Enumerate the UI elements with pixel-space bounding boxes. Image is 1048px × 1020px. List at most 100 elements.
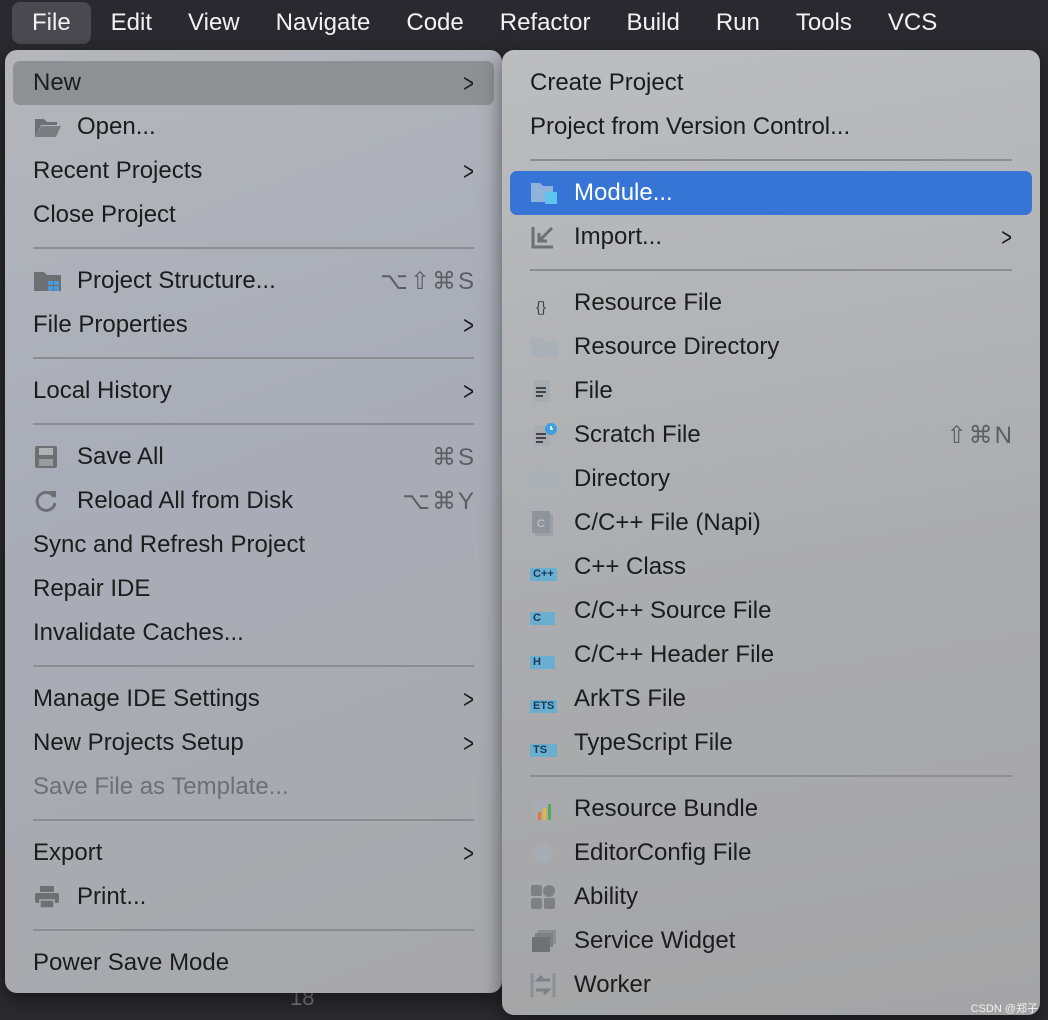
ability-icon — [530, 882, 574, 912]
menu-item-service-widget[interactable]: Service Widget — [510, 919, 1032, 963]
menu-run[interactable]: Run — [700, 2, 776, 44]
menu-item-file-properties[interactable]: File Properties > — [13, 303, 494, 347]
menu-code[interactable]: Code — [390, 2, 479, 44]
menu-item-close-project[interactable]: Close Project — [13, 193, 494, 237]
label: Project from Version Control... — [530, 113, 851, 140]
file-menu: New > Open... Recent Projects > Close Proj… — [5, 50, 502, 993]
resource-bundle-icon — [530, 794, 574, 824]
gear-icon — [530, 838, 574, 868]
separator — [510, 259, 1032, 281]
menu-item-import[interactable]: Import... > — [510, 215, 1032, 259]
label: Ability — [574, 883, 639, 910]
menu-item-worker[interactable]: Worker — [510, 963, 1032, 1007]
menu-item-project-from-vcs[interactable]: Project from Version Control... — [510, 105, 1032, 149]
label: Project Structure... — [77, 267, 276, 294]
menu-item-save-all[interactable]: Save All ⌘S — [13, 435, 494, 479]
separator — [13, 655, 494, 677]
menu-edit[interactable]: Edit — [95, 2, 168, 44]
label: File Properties — [33, 311, 188, 338]
menu-item-cpp-source[interactable]: C C/C++ Source File — [510, 589, 1032, 633]
label: New — [33, 69, 82, 96]
text-file-icon — [530, 376, 574, 406]
shortcut: ⌥⌘Y — [402, 487, 476, 515]
folder-icon — [530, 332, 574, 362]
c-file-icon: C — [530, 508, 574, 538]
menu-tools[interactable]: Tools — [780, 2, 868, 44]
badge: H — [530, 655, 555, 669]
menu-build[interactable]: Build — [610, 2, 695, 44]
menu-item-manage-ide-settings[interactable]: Manage IDE Settings > — [13, 677, 494, 721]
chevron-right-icon: > — [463, 727, 474, 758]
menu-item-arkts-file[interactable]: ETS ArkTS File — [510, 677, 1032, 721]
label: Sync and Refresh Project — [33, 531, 306, 558]
menu-item-sync-refresh[interactable]: Sync and Refresh Project — [13, 523, 494, 567]
label: C++ Class — [574, 553, 687, 580]
separator — [13, 413, 494, 435]
menu-item-invalidate-caches[interactable]: Invalidate Caches... — [13, 611, 494, 655]
shortcut: ⌥⇧⌘S — [380, 267, 476, 295]
label: Close Project — [33, 201, 176, 228]
menu-item-cpp-class[interactable]: C++ C++ Class — [510, 545, 1032, 589]
chevron-right-icon: > — [463, 67, 474, 98]
menu-item-ability[interactable]: Ability — [510, 875, 1032, 919]
menu-item-local-history[interactable]: Local History > — [13, 369, 494, 413]
label: Recent Projects — [33, 157, 203, 184]
label: Save File as Template... — [33, 773, 289, 800]
label: Resource Bundle — [574, 795, 759, 822]
menu-item-print[interactable]: Print... — [13, 875, 494, 919]
braces-glyph: {} — [536, 298, 547, 316]
menu-item-scratch-file[interactable]: Scratch File ⇧⌘N — [510, 413, 1032, 457]
label: Local History — [33, 377, 172, 404]
menu-item-file[interactable]: File — [510, 369, 1032, 413]
label: File — [574, 377, 613, 404]
menu-item-resource-bundle[interactable]: Resource Bundle — [510, 787, 1032, 831]
chevron-right-icon: > — [463, 375, 474, 406]
menu-view[interactable]: View — [172, 2, 256, 44]
menu-item-cpp-header[interactable]: H C/C++ Header File — [510, 633, 1032, 677]
folder-icon — [530, 464, 574, 494]
menu-item-cpp-napi[interactable]: C C/C++ File (Napi) — [510, 501, 1032, 545]
chevron-right-icon: > — [463, 309, 474, 340]
c-header-icon: H — [530, 640, 574, 670]
label: TypeScript File — [574, 729, 733, 756]
label: Worker — [574, 971, 651, 998]
menu-item-recent-projects[interactable]: Recent Projects > — [13, 149, 494, 193]
label: Service Widget — [574, 927, 736, 954]
label: Save All — [77, 443, 164, 470]
menu-item-save-as-template: Save File as Template... — [13, 765, 494, 809]
shortcut: ⌘S — [431, 443, 476, 471]
label: Manage IDE Settings — [33, 685, 260, 712]
menu-item-typescript-file[interactable]: TS TypeScript File — [510, 721, 1032, 765]
watermark: CSDN @郑子 — [970, 1003, 1038, 1015]
menu-file[interactable]: File — [12, 2, 91, 44]
menu-item-export[interactable]: Export > — [13, 831, 494, 875]
menu-item-create-project[interactable]: Create Project — [510, 61, 1032, 105]
menu-refactor[interactable]: Refactor — [484, 2, 607, 44]
menu-item-new[interactable]: New > — [13, 61, 494, 105]
label: Create Project — [530, 69, 684, 96]
chevron-right-icon: > — [463, 837, 474, 868]
menu-item-project-structure[interactable]: Project Structure... ⌥⇧⌘S — [13, 259, 494, 303]
menu-vcs[interactable]: VCS — [872, 2, 953, 44]
separator — [13, 347, 494, 369]
menu-item-open[interactable]: Open... — [13, 105, 494, 149]
widget-icon — [530, 926, 574, 956]
menu-item-reload-all[interactable]: Reload All from Disk ⌥⌘Y — [13, 479, 494, 523]
label: Import... — [574, 223, 663, 250]
new-submenu: Create Project Project from Version Cont… — [502, 50, 1040, 1015]
menu-navigate[interactable]: Navigate — [260, 2, 387, 44]
menu-item-resource-file[interactable]: {} Resource File — [510, 281, 1032, 325]
menu-item-resource-directory[interactable]: Resource Directory — [510, 325, 1032, 369]
menu-item-editorconfig[interactable]: EditorConfig File — [510, 831, 1032, 875]
menu-item-new-projects-setup[interactable]: New Projects Setup > — [13, 721, 494, 765]
menu-item-module[interactable]: Module... — [510, 171, 1032, 215]
badge: ETS — [530, 699, 558, 713]
menu-item-repair-ide[interactable]: Repair IDE — [13, 567, 494, 611]
cpp-class-icon: C++ — [530, 552, 574, 582]
label: ArkTS File — [574, 685, 687, 712]
menu-item-power-save-mode[interactable]: Power Save Mode — [13, 941, 494, 985]
menu-item-directory[interactable]: Directory — [510, 457, 1032, 501]
reload-icon — [33, 486, 77, 516]
separator — [510, 149, 1032, 171]
module-icon — [530, 178, 574, 208]
